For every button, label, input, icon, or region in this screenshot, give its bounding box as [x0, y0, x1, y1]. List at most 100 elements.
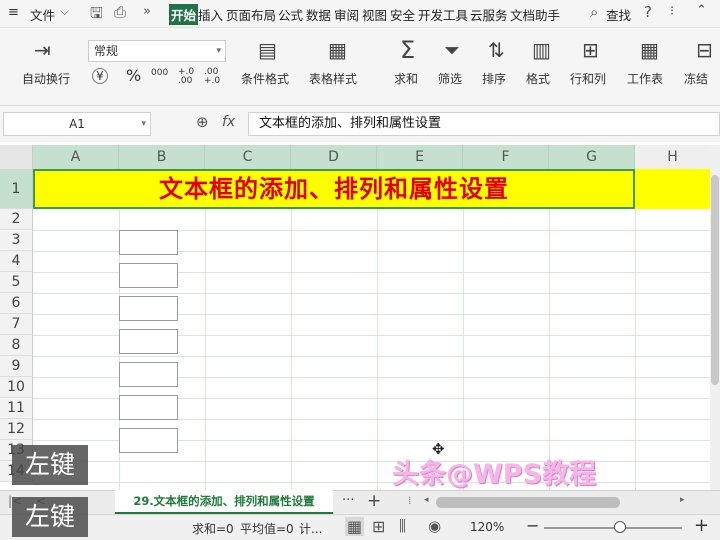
tab-home[interactable]: 开始	[169, 4, 199, 25]
reading-layout-icon[interactable]: ⫼	[399, 517, 406, 535]
row-header-6[interactable]: 6	[0, 293, 33, 314]
sum-button[interactable]: 求和	[394, 70, 418, 87]
row-header-12[interactable]: 12	[0, 419, 33, 440]
tab-page-layout[interactable]: 页面布局	[226, 5, 276, 24]
freeze-icon[interactable]: ⊟	[696, 40, 713, 60]
collapse-ribbon-icon[interactable]: ⌃	[696, 3, 707, 18]
add-sheet-button[interactable]: +	[367, 491, 381, 511]
decrease-decimal-button[interactable]: .00 +.0	[204, 68, 226, 86]
tab-insert[interactable]: 插入	[198, 5, 223, 24]
row-header-4[interactable]: 4	[0, 251, 33, 272]
text-box[interactable]	[119, 296, 178, 321]
zoom-formula-icon[interactable]: ⊕	[196, 113, 209, 131]
menu-file[interactable]: 文件	[30, 5, 55, 24]
row-header-11[interactable]: 11	[0, 398, 33, 419]
sort-button[interactable]: 排序	[482, 70, 506, 87]
zoom-slider-thumb[interactable]	[614, 521, 626, 533]
column-header-c[interactable]: C	[205, 145, 291, 169]
row-col-button[interactable]: 行和列	[570, 70, 606, 87]
more-options-icon[interactable]: ⁝	[670, 4, 674, 19]
tab-doc-assistant[interactable]: 文档助手	[510, 5, 560, 24]
column-header-a[interactable]: A	[33, 145, 119, 169]
merged-title-cell[interactable]: 文本框的添加、排列和属性设置	[33, 169, 635, 209]
column-header-g[interactable]: G	[549, 145, 635, 169]
vertical-scroll-thumb[interactable]	[711, 175, 719, 385]
row-header-7[interactable]: 7	[0, 314, 33, 335]
more-icon[interactable]: »	[143, 4, 151, 19]
row-header-8[interactable]: 8	[0, 335, 33, 356]
worksheet-grid[interactable]: A B C D E F G H 1 2 3 4 5 6 7 8 9 10 11 …	[0, 145, 710, 490]
tab-formulas[interactable]: 公式	[278, 5, 303, 24]
column-header-f[interactable]: F	[463, 145, 549, 169]
filter-button[interactable]: 筛选	[438, 70, 462, 87]
row-header-5[interactable]: 5	[0, 272, 33, 293]
tab-review[interactable]: 审阅	[334, 5, 359, 24]
zoom-level[interactable]: 120%	[470, 520, 504, 534]
formula-input[interactable]: 文本框的添加、排列和属性设置	[248, 112, 720, 136]
worksheet-button[interactable]: 工作表	[627, 70, 663, 87]
conditional-format-button[interactable]: 条件格式	[241, 70, 289, 87]
split-handle-icon[interactable]: ⁞	[408, 494, 412, 507]
scroll-right-icon[interactable]: ▸	[680, 495, 685, 505]
more-sheets-button[interactable]: ···	[342, 493, 354, 508]
row-col-icon[interactable]: ⊞	[582, 40, 599, 60]
eye-protect-icon[interactable]: ◉	[428, 517, 441, 535]
text-box[interactable]	[119, 395, 178, 420]
number-format-select[interactable]: 常规 ▾	[88, 40, 226, 62]
wrap-text-button[interactable]: 自动换行	[22, 70, 70, 87]
conditional-format-icon[interactable]: ▤	[258, 40, 277, 60]
percent-button[interactable]: %	[126, 66, 141, 85]
row-header-2[interactable]: 2	[0, 209, 33, 230]
select-all-corner[interactable]	[0, 145, 33, 169]
name-box[interactable]: A1 ▾	[3, 112, 151, 136]
text-box[interactable]	[119, 230, 178, 255]
tab-cloud[interactable]: 云服务	[470, 5, 508, 24]
text-box[interactable]	[119, 428, 178, 453]
tab-data[interactable]: 数据	[306, 5, 331, 24]
text-box[interactable]	[119, 362, 178, 387]
format-button[interactable]: 格式	[526, 70, 550, 87]
text-box[interactable]	[119, 329, 178, 354]
search-label[interactable]: 查找	[606, 5, 631, 24]
search-icon[interactable]: ⌕	[590, 3, 598, 21]
column-header-b[interactable]: B	[119, 145, 205, 169]
zoom-out-button[interactable]: −	[526, 516, 539, 535]
zoom-in-button[interactable]: +	[694, 515, 709, 536]
sum-icon[interactable]: Σ	[400, 38, 415, 62]
column-header-d[interactable]: D	[291, 145, 377, 169]
column-header-h[interactable]: H	[635, 145, 710, 169]
hamburger-icon[interactable]: ≡	[8, 5, 19, 20]
increase-decimal-button[interactable]: +.0 .00	[178, 68, 200, 86]
fx-button[interactable]: fx	[222, 114, 235, 130]
row-header-9[interactable]: 9	[0, 356, 33, 377]
tab-view[interactable]: 视图	[362, 5, 387, 24]
sort-icon[interactable]: ⇅	[488, 40, 505, 60]
normal-view-icon[interactable]: ▦	[345, 517, 365, 536]
scroll-left-icon[interactable]: ◂	[424, 495, 429, 505]
horizontal-scroll-thumb[interactable]	[436, 497, 620, 508]
row-header-10[interactable]: 10	[0, 377, 33, 398]
print-icon[interactable]: ⎙	[114, 3, 126, 21]
worksheet-icon[interactable]: ▦	[640, 40, 659, 60]
table-style-icon[interactable]: ▦	[328, 40, 347, 60]
tab-developer[interactable]: 开发工具	[418, 5, 468, 24]
help-icon[interactable]: ?	[644, 3, 652, 21]
filter-icon[interactable]: ⏷	[444, 40, 460, 60]
wrap-text-icon[interactable]: ⇥	[34, 40, 51, 60]
row-header-1[interactable]: 1	[0, 169, 33, 209]
table-style-button[interactable]: 表格样式	[309, 70, 357, 87]
thousands-button[interactable]: 000	[151, 68, 168, 78]
sheet-tab-active[interactable]: 29.文本框的添加、排列和属性设置	[115, 490, 333, 514]
column-header-e[interactable]: E	[377, 145, 463, 169]
chevron-down-icon[interactable]: ⌵	[60, 4, 69, 19]
zoom-slider-track[interactable]	[544, 527, 682, 529]
text-box[interactable]	[119, 263, 178, 288]
row-header-3[interactable]: 3	[0, 230, 33, 251]
cell-h1[interactable]	[635, 169, 710, 209]
tab-security[interactable]: 安全	[390, 5, 415, 24]
currency-button[interactable]: ¥	[92, 68, 108, 84]
freeze-button[interactable]: 冻结	[684, 70, 708, 87]
save-icon[interactable]: 🖫	[90, 3, 103, 28]
page-break-view-icon[interactable]: ⊞	[372, 517, 385, 536]
format-icon[interactable]: ▥	[532, 40, 551, 60]
